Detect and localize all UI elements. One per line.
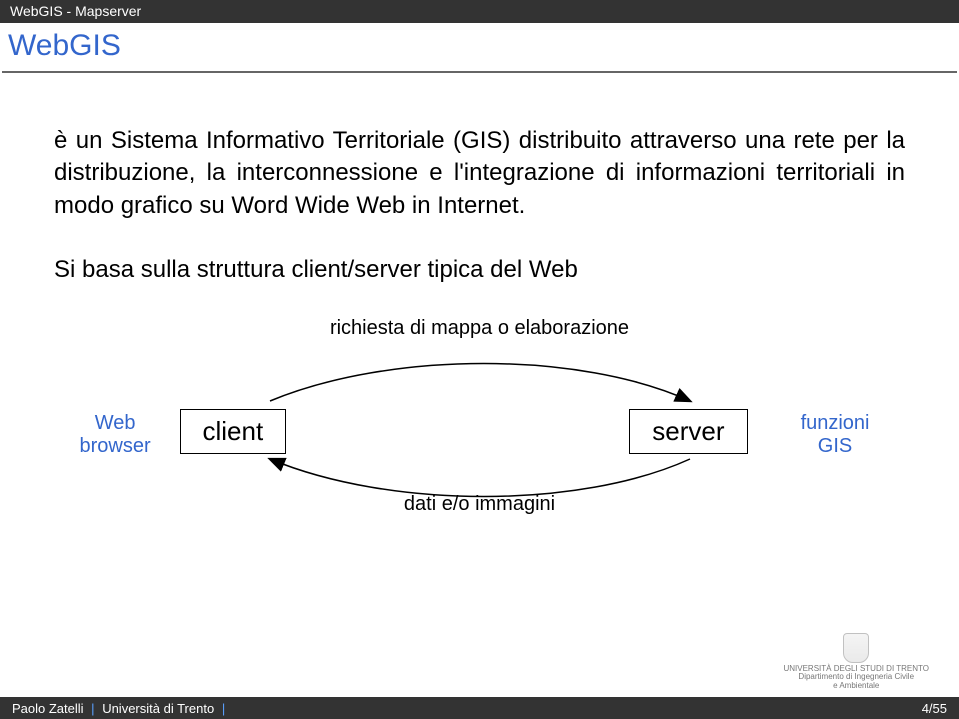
client-server-diagram: richiesta di mappa o elaborazione Web br… xyxy=(60,317,900,547)
footer-sep-1: | xyxy=(87,701,98,716)
footer-strip: Paolo Zatelli | Università di Trento | 4… xyxy=(0,697,959,719)
diagram-web-browser-label: Web browser xyxy=(80,412,151,458)
diagram-bottom-label: dati e/o immagini xyxy=(60,493,900,516)
web-browser-line2: browser xyxy=(80,435,151,457)
diagram-top-label: richiesta di mappa o elaborazione xyxy=(60,317,900,340)
diagram-funzioni-label: funzioni GIS xyxy=(801,412,870,458)
paragraph-2: Si basa sulla struttura client/server ti… xyxy=(54,254,905,286)
paragraph-1: è un Sistema Informativo Territoriale (G… xyxy=(54,125,905,222)
page-number: 4/55 xyxy=(922,701,947,716)
server-box-label: server xyxy=(652,416,724,446)
shield-icon xyxy=(843,633,869,663)
funzioni-line1: funzioni xyxy=(801,412,870,434)
logo-text-line3: e Ambientale xyxy=(783,682,929,691)
title-row: WebGIS xyxy=(0,23,959,67)
client-box-label: client xyxy=(203,416,264,446)
diagram-client-box: client xyxy=(180,409,287,454)
footer-affiliation: Università di Trento xyxy=(102,701,214,716)
footer-left: Paolo Zatelli | Università di Trento | xyxy=(12,701,229,716)
footer: UNIVERSITÀ DEGLI STUDI DI TRENTO Diparti… xyxy=(0,697,959,719)
funzioni-line2: GIS xyxy=(818,435,852,457)
body: è un Sistema Informativo Territoriale (G… xyxy=(0,73,959,547)
slide: WebGIS - Mapserver WebGIS è un Sistema I… xyxy=(0,0,959,719)
header-context: WebGIS - Mapserver xyxy=(10,3,141,19)
diagram-server-box: server xyxy=(629,409,747,454)
page-title: WebGIS xyxy=(8,29,121,62)
web-browser-line1: Web xyxy=(95,412,136,434)
footer-author: Paolo Zatelli xyxy=(12,701,84,716)
university-logo: UNIVERSITÀ DEGLI STUDI DI TRENTO Diparti… xyxy=(783,633,929,691)
header-context-strip: WebGIS - Mapserver xyxy=(0,0,959,23)
footer-sep-2: | xyxy=(218,701,229,716)
